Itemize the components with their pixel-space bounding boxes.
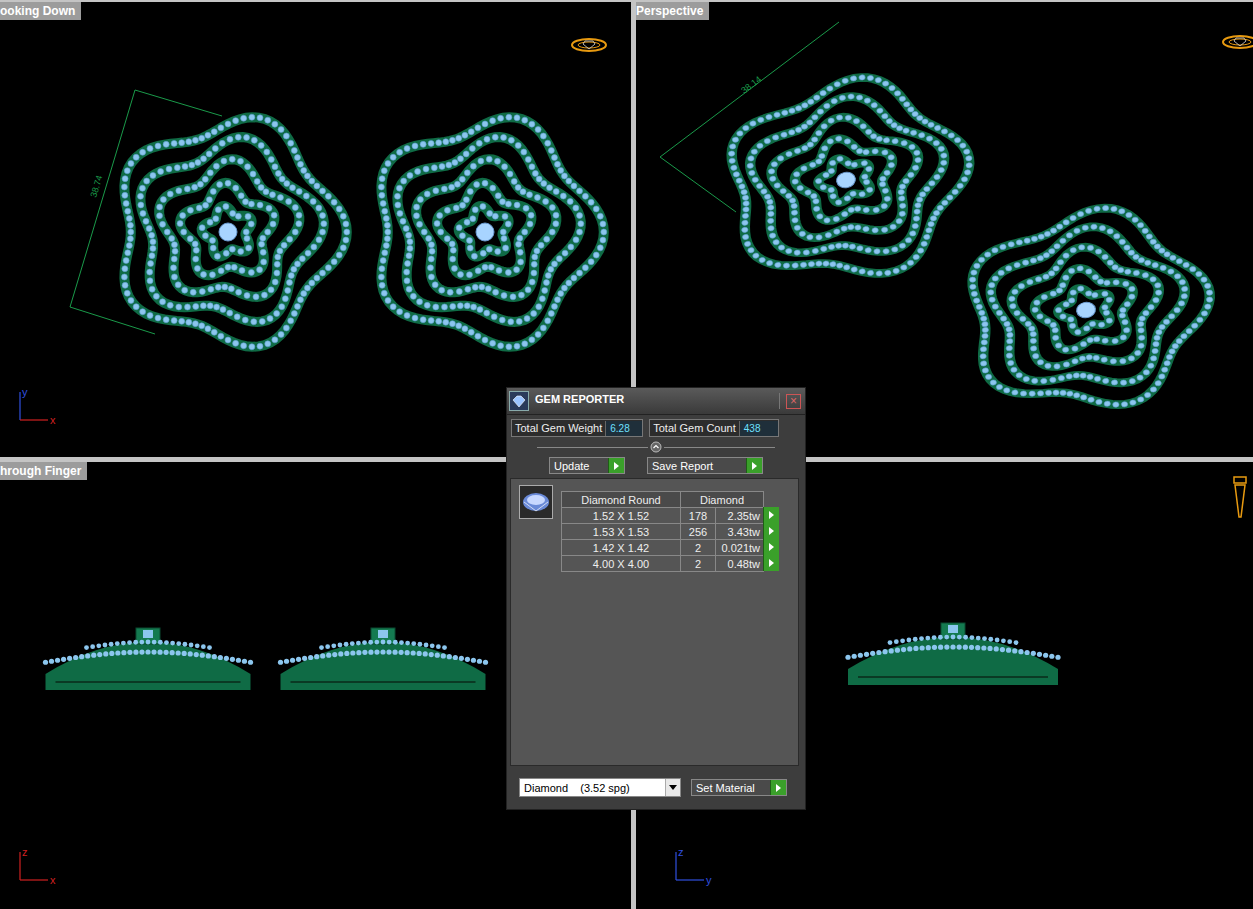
axis-icon: zx (20, 846, 56, 886)
gem-size[interactable]: 1.52 X 1.52 (561, 507, 681, 524)
gem-thumbnail[interactable] (519, 485, 553, 519)
arrow-icon[interactable] (746, 458, 762, 473)
gem-count[interactable]: 178 (680, 507, 716, 524)
gem-size[interactable]: 1.42 X 1.42 (561, 539, 681, 556)
dropdown-icon[interactable] (665, 779, 680, 796)
total-weight: Total Gem Weight6.28 (511, 419, 643, 437)
gem-size[interactable]: 4.00 X 4.00 (561, 555, 681, 572)
total-count: Total Gem Count438 (649, 419, 779, 437)
viewport-label[interactable]: ooking Down (0, 2, 81, 20)
svg-text:y: y (706, 874, 712, 886)
axis-icon: yx (20, 386, 56, 426)
view-cube-icon[interactable] (572, 39, 606, 51)
stat-label: Total Gem Count (650, 420, 739, 436)
collapse-divider (507, 439, 805, 455)
column-header: Diamond Round (561, 491, 681, 508)
arrow-icon[interactable] (608, 458, 624, 473)
axis-icon: zy (676, 846, 712, 886)
gem-count[interactable]: 256 (680, 523, 716, 540)
title-bar[interactable]: GEM REPORTER × (507, 388, 805, 415)
button-row: Update Save Report (507, 455, 805, 478)
gem-size[interactable]: 1.53 X 1.53 (561, 523, 681, 540)
earring-model[interactable] (961, 192, 1227, 426)
viewport-label[interactable]: Perspective (636, 2, 709, 20)
action-button[interactable]: Save Report (647, 457, 763, 474)
svg-text:z: z (678, 846, 684, 858)
gem-table: Diamond RoundDiamond1.52 X 1.521782.35tw… (561, 491, 780, 571)
material-row: Diamond (3.52 spg) Set Material (507, 770, 805, 809)
round-diamond-icon (522, 491, 550, 513)
earring-model[interactable] (121, 114, 349, 350)
row-arrow-icon[interactable] (763, 507, 779, 523)
stat-value: 438 (739, 421, 778, 436)
side-model[interactable] (845, 623, 1060, 685)
view-cube-icon[interactable] (1234, 477, 1246, 517)
gem-weight[interactable]: 0.48tw (715, 555, 764, 572)
arrow-icon[interactable] (770, 780, 786, 795)
svg-text:x: x (50, 874, 56, 886)
dimension-line: 38.74 (70, 90, 222, 334)
svg-text:z: z (22, 846, 28, 858)
dialog-title: GEM REPORTER (535, 393, 780, 409)
gem-reporter-icon (509, 391, 529, 411)
dimension-line: 38.14 (660, 22, 839, 212)
view-cube-icon[interactable] (1223, 36, 1253, 48)
gem-count[interactable]: 2 (680, 555, 716, 572)
gem-reporter-dialog: GEM REPORTER×Total Gem Weight6.28Total G… (506, 387, 806, 810)
svg-text:y: y (22, 386, 28, 398)
collapse-icon[interactable] (650, 441, 662, 453)
gem-weight[interactable]: 3.43tw (715, 523, 764, 540)
earring-model[interactable] (718, 58, 989, 299)
action-button[interactable]: Update (549, 457, 625, 474)
row-arrow-icon[interactable] (763, 555, 779, 571)
svg-text:38.74: 38.74 (88, 174, 104, 198)
material-select[interactable]: Diamond (3.52 spg) (519, 778, 681, 797)
viewport-label[interactable]: hrough Finger (0, 462, 87, 480)
side-model[interactable] (278, 628, 488, 690)
gem-weight[interactable]: 0.021tw (715, 539, 764, 556)
side-model[interactable] (43, 628, 253, 690)
row-arrow-icon[interactable] (763, 523, 779, 539)
row-arrow-icon[interactable] (763, 539, 779, 555)
header-spacer (763, 491, 781, 508)
gem-list-panel: Diamond RoundDiamond1.52 X 1.521782.35tw… (510, 478, 799, 766)
earring-model[interactable] (378, 114, 606, 350)
workspace: ooking Down38.74yxPerspective38.14hrough… (0, 0, 1253, 909)
gem-weight[interactable]: 2.35tw (715, 507, 764, 524)
svg-text:38.14: 38.14 (739, 74, 763, 96)
close-button[interactable]: × (786, 394, 801, 409)
gem-count[interactable]: 2 (680, 539, 716, 556)
svg-text:x: x (50, 414, 56, 426)
column-header: Diamond (680, 491, 764, 508)
stat-label: Total Gem Weight (512, 420, 605, 436)
set-material-button[interactable]: Set Material (691, 779, 787, 796)
stat-value: 6.28 (605, 421, 642, 436)
stats-row: Total Gem Weight6.28 Total Gem Count438 (507, 415, 805, 439)
